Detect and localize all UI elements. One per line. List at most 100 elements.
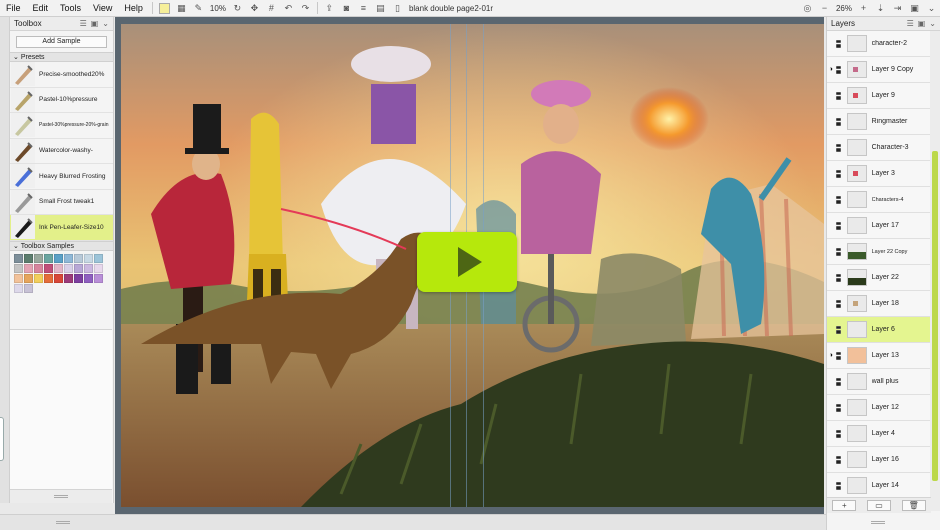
brush-icon[interactable]: ✎ xyxy=(192,2,205,15)
add-sample-button[interactable]: Add Sample xyxy=(16,36,107,48)
preset-item[interactable]: Watercolor-washy- xyxy=(10,138,113,164)
color-sample[interactable] xyxy=(64,253,73,263)
color-sample[interactable] xyxy=(94,273,103,283)
color-sample[interactable] xyxy=(84,263,93,273)
move-icon[interactable]: ✥ xyxy=(248,2,261,15)
color-sample[interactable] xyxy=(44,253,53,263)
preset-item[interactable]: Pastel-10%pressure xyxy=(10,87,113,113)
menu-edit[interactable]: Edit xyxy=(27,0,55,17)
color-sample[interactable] xyxy=(24,283,33,293)
resize-grip[interactable] xyxy=(56,521,70,524)
layer-row[interactable]: Ringmaster xyxy=(827,109,931,135)
layer-row[interactable]: Layer 4 xyxy=(827,421,931,447)
color-sample[interactable] xyxy=(14,273,23,283)
chevron-down-icon[interactable]: ⌄ xyxy=(929,19,936,28)
play-button[interactable] xyxy=(417,232,517,292)
fit-width-icon[interactable]: ⇥ xyxy=(891,2,904,15)
color-sample[interactable] xyxy=(74,253,83,263)
color-sample[interactable] xyxy=(84,253,93,263)
layer-lock-icon[interactable] xyxy=(835,65,844,74)
color-sample[interactable] xyxy=(54,253,63,263)
ruler-bottom[interactable] xyxy=(115,507,824,514)
color-sample[interactable] xyxy=(54,273,63,283)
layer-row[interactable]: Layer 6 xyxy=(827,317,931,343)
color-sample[interactable] xyxy=(94,253,103,263)
color-sample[interactable] xyxy=(94,263,103,273)
preset-item[interactable]: Pastel-30%pressure-20%-grain xyxy=(10,113,113,139)
export-icon[interactable]: ⇪ xyxy=(323,2,336,15)
edge-tab-handle[interactable] xyxy=(0,417,4,461)
samples-section-header[interactable]: ⌄ Toolbox Samples xyxy=(10,240,113,251)
layer-lock-icon[interactable] xyxy=(835,117,844,126)
fit-icon[interactable]: ⇣ xyxy=(874,2,887,15)
color-sample[interactable] xyxy=(24,253,33,263)
chevron-down-icon[interactable]: ⌄ xyxy=(925,2,938,15)
menu-file[interactable]: File xyxy=(0,0,27,17)
color-sample[interactable] xyxy=(84,273,93,283)
color-swatch[interactable] xyxy=(158,2,170,14)
resize-grip[interactable] xyxy=(54,495,68,498)
layer-lock-icon[interactable] xyxy=(835,403,844,412)
layer-row[interactable]: ◑ Layer 9 Copy xyxy=(827,57,931,83)
preset-item[interactable]: Precise-smoothed20% xyxy=(10,62,113,88)
ruler-top[interactable] xyxy=(115,17,824,24)
layer-row[interactable]: wall plus xyxy=(827,369,931,395)
redo-icon[interactable]: ↷ xyxy=(299,2,312,15)
layer-lock-icon[interactable] xyxy=(835,169,844,178)
layer-lock-icon[interactable] xyxy=(835,39,844,48)
layer-row[interactable]: Layer 9 xyxy=(827,83,931,109)
delete-layer-button[interactable]: 🗑 xyxy=(901,500,926,511)
color-sample[interactable] xyxy=(14,253,23,263)
layer-row[interactable]: Layer 12 xyxy=(827,395,931,421)
menu-help[interactable]: Help xyxy=(118,0,149,17)
layer-lock-icon[interactable] xyxy=(835,273,844,282)
layer-row[interactable]: Character-3 xyxy=(827,135,931,161)
layer-row[interactable]: Characters-4 xyxy=(827,187,931,213)
preset-item[interactable]: Heavy Blurred Frosting xyxy=(10,164,113,190)
layer-lock-icon[interactable] xyxy=(835,455,844,464)
preset-item[interactable]: Ink Pen-Leafer-Size10 xyxy=(10,215,113,241)
list-icon[interactable]: ☰ xyxy=(907,19,914,28)
eye-icon[interactable]: ◑ xyxy=(827,66,835,73)
color-sample[interactable] xyxy=(54,263,63,273)
save-icon[interactable]: ▤ xyxy=(374,2,387,15)
layer-lock-icon[interactable] xyxy=(835,377,844,386)
layer-row[interactable]: Layer 3 xyxy=(827,161,931,187)
layer-row[interactable]: ◑ Layer 13 xyxy=(827,343,931,369)
layer-lock-icon[interactable] xyxy=(835,195,844,204)
layer-lock-icon[interactable] xyxy=(835,429,844,438)
list-icon[interactable]: ☰ xyxy=(80,19,87,28)
color-sample[interactable] xyxy=(64,263,73,273)
color-sample[interactable] xyxy=(34,273,43,283)
navigator-icon[interactable]: ◎ xyxy=(801,2,814,15)
panel-menu-icon[interactable]: ▣ xyxy=(908,2,921,15)
layer-lock-icon[interactable] xyxy=(835,325,844,334)
navigator-zoom[interactable]: 26% xyxy=(836,4,852,13)
grid-icon[interactable]: ▦ xyxy=(175,2,188,15)
layer-lock-icon[interactable] xyxy=(835,481,844,490)
layer-lock-icon[interactable] xyxy=(835,247,844,256)
layer-row[interactable]: Layer 18 xyxy=(827,291,931,317)
preset-item[interactable]: Small Frost tweak1 xyxy=(10,189,113,215)
layer-lock-icon[interactable] xyxy=(835,91,844,100)
layer-row[interactable]: Layer 17 xyxy=(827,213,931,239)
layers-scrollbar[interactable] xyxy=(930,31,940,511)
color-sample[interactable] xyxy=(74,263,83,273)
zoom-in-icon[interactable]: + xyxy=(857,2,870,15)
layers-stack-icon[interactable]: ≡ xyxy=(357,2,370,15)
resize-grip[interactable] xyxy=(871,521,885,524)
layer-lock-icon[interactable] xyxy=(835,351,844,360)
layer-row[interactable]: Layer 16 xyxy=(827,447,931,473)
color-sample[interactable] xyxy=(44,263,53,273)
layer-lock-icon[interactable] xyxy=(835,143,844,152)
eye-icon[interactable]: ◑ xyxy=(827,352,835,359)
color-sample[interactable] xyxy=(24,263,33,273)
layers-scroll-thumb[interactable] xyxy=(932,151,938,481)
layer-row[interactable]: Layer 22 Copy xyxy=(827,239,931,265)
color-sample[interactable] xyxy=(24,273,33,283)
canvas-area[interactable] xyxy=(115,17,824,514)
color-sample[interactable] xyxy=(34,263,43,273)
color-sample[interactable] xyxy=(44,273,53,283)
color-sample[interactable] xyxy=(64,273,73,283)
zoom-level[interactable]: 10% xyxy=(210,4,226,13)
